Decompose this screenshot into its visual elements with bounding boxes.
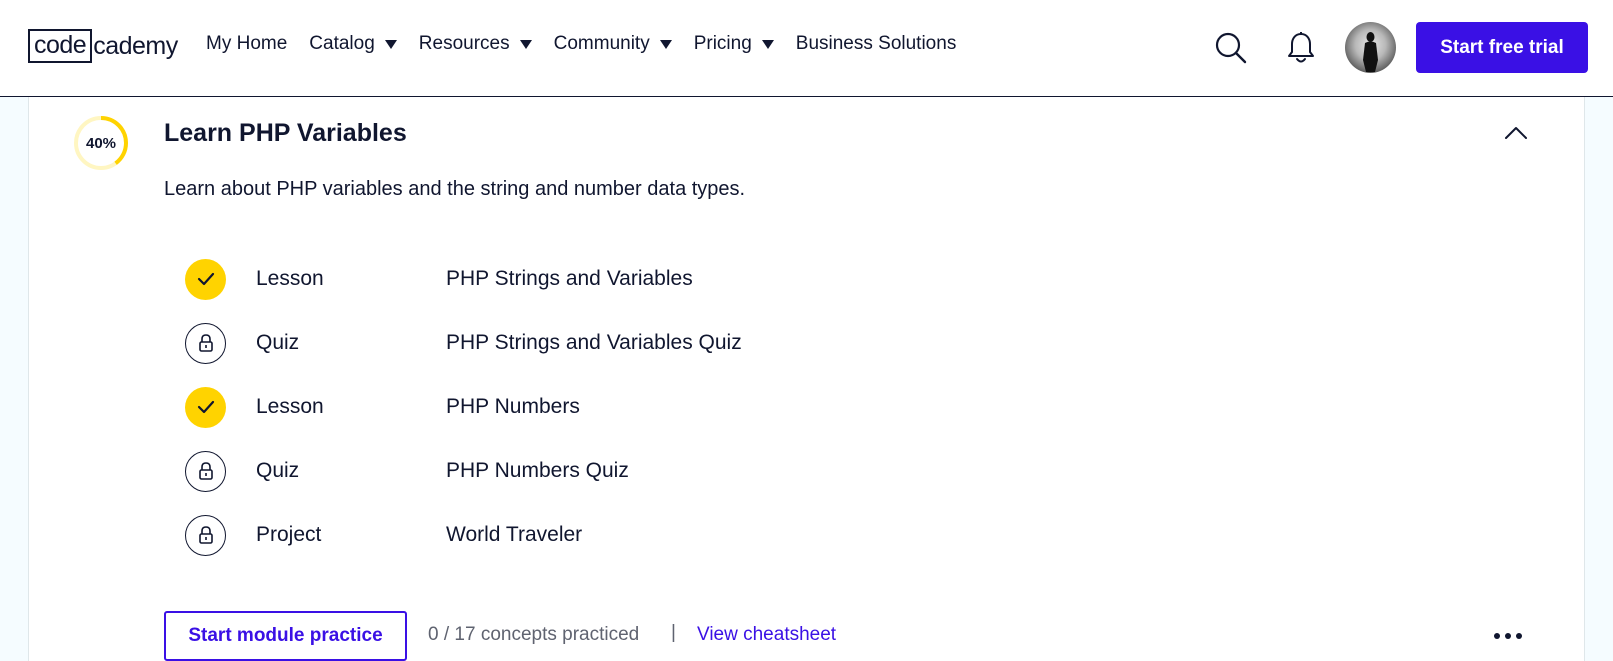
item-name: PHP Numbers Quiz (446, 459, 629, 482)
caret-down-icon (384, 39, 397, 49)
lock-icon (198, 526, 213, 544)
item-type: Project (256, 523, 322, 546)
check-icon (197, 272, 214, 286)
nav-label: Catalog (309, 33, 375, 54)
progress-percent: 40% (85, 134, 117, 152)
main-nav: My Home Catalog Resources Community Pric… (206, 33, 978, 55)
module-description: Learn about PHP variables and the string… (164, 178, 746, 200)
notifications-button[interactable] (1283, 29, 1319, 67)
caret-down-icon (519, 39, 532, 49)
nav-business-solutions[interactable]: Business Solutions (796, 33, 957, 55)
module-item[interactable]: Quiz PHP Strings and Variables Quiz (185, 322, 885, 364)
more-options-button[interactable] (1494, 628, 1522, 644)
caret-down-icon (761, 39, 774, 49)
check-icon (197, 400, 214, 414)
item-type: Lesson (256, 267, 324, 290)
top-navigation-bar: code cademy My Home Catalog Resources Com… (0, 0, 1613, 97)
item-type: Lesson (256, 395, 324, 418)
item-name: World Traveler (446, 523, 583, 546)
codecademy-logo[interactable]: code cademy (28, 29, 178, 63)
nav-resources[interactable]: Resources (419, 33, 532, 55)
completed-status (185, 386, 226, 428)
nav-label: Community (553, 33, 650, 54)
avatar[interactable] (1345, 22, 1396, 73)
search-icon (1215, 32, 1247, 64)
nav-community[interactable]: Community (554, 33, 672, 55)
nav-my-home[interactable]: My Home (206, 33, 287, 55)
item-type: Quiz (256, 331, 300, 354)
item-type: Quiz (256, 459, 300, 482)
item-name: PHP Strings and Variables Quiz (446, 331, 742, 354)
module-title: Learn PHP Variables (164, 119, 407, 147)
nav-pricing[interactable]: Pricing (694, 33, 774, 55)
start-module-practice-button[interactable]: Start module practice (164, 611, 407, 661)
bell-icon (1288, 32, 1314, 63)
nav-label: Resources (418, 33, 510, 54)
separator: | (671, 622, 676, 643)
module-item[interactable]: Project World Traveler (185, 514, 885, 556)
more-dots-icon (1505, 633, 1511, 639)
chevron-up-icon (1505, 127, 1527, 139)
caret-down-icon (659, 39, 672, 49)
locked-status (185, 322, 226, 364)
more-dots-icon (1516, 633, 1522, 639)
nav-label: Business Solutions (795, 33, 957, 54)
nav-label: My Home (206, 33, 288, 54)
locked-status (185, 514, 226, 556)
collapse-module-button[interactable] (1500, 122, 1532, 144)
nav-catalog[interactable]: Catalog (309, 33, 397, 55)
completed-status (185, 258, 226, 300)
module-item[interactable]: Lesson PHP Strings and Variables (185, 258, 885, 300)
logo-box-text: code (28, 29, 93, 63)
view-cheatsheet-link[interactable]: View cheatsheet (697, 624, 836, 646)
logo-rest-text: cademy (93, 32, 178, 60)
nav-label: Pricing (693, 33, 752, 54)
locked-status (185, 450, 226, 492)
user-silhouette-icon (1363, 32, 1378, 72)
module-item[interactable]: Lesson PHP Numbers (185, 386, 885, 428)
item-name: PHP Numbers (446, 395, 580, 418)
lock-icon (198, 334, 213, 352)
lock-icon (198, 462, 213, 480)
search-button[interactable] (1212, 29, 1250, 67)
item-name: PHP Strings and Variables (446, 267, 693, 290)
start-free-trial-button[interactable]: Start free trial (1416, 22, 1588, 73)
concepts-practiced-count: 0 / 17 concepts practiced (428, 624, 640, 645)
more-dots-icon (1494, 633, 1500, 639)
module-item[interactable]: Quiz PHP Numbers Quiz (185, 450, 885, 492)
